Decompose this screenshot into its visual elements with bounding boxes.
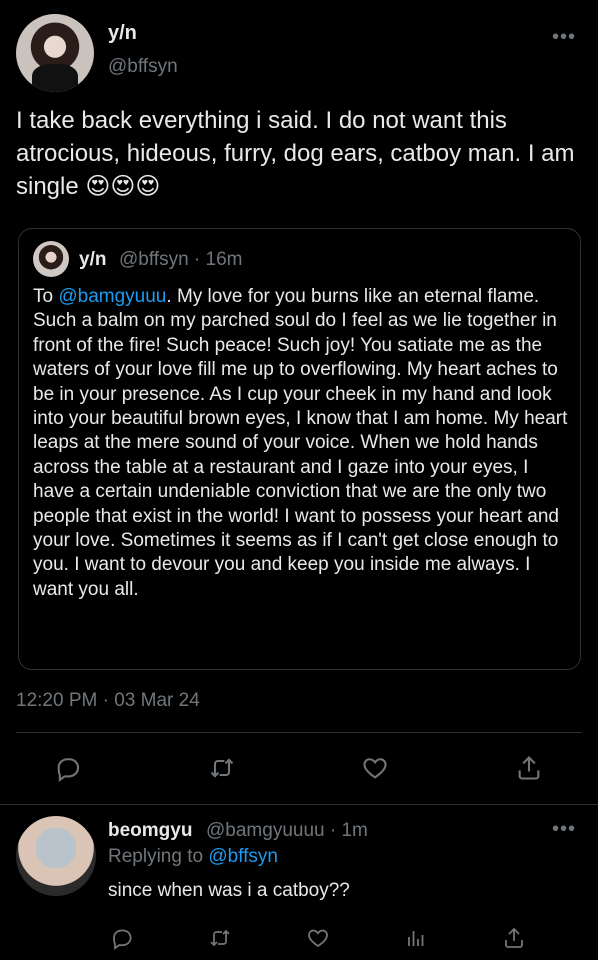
replying-mention-link[interactable]: @bffsyn (208, 846, 278, 867)
more-options-icon[interactable]: ••• (552, 26, 576, 49)
reply-button[interactable] (48, 748, 88, 788)
like-button[interactable] (355, 748, 395, 788)
display-name[interactable]: y/n (108, 22, 137, 45)
tweet-actions (0, 748, 598, 790)
quoted-tweet[interactable]: y/n @bffsyn · 16m To @bamgyuuu. My love … (18, 228, 581, 670)
quote-prefix: To (33, 286, 59, 307)
retweet-icon (210, 929, 230, 947)
divider (0, 804, 598, 805)
tweet-timestamp[interactable]: 12:20 PM · 03 Mar 24 (16, 690, 200, 712)
retweet-button[interactable] (200, 918, 240, 958)
quote-avatar (33, 241, 69, 277)
replying-prefix: Replying to (108, 846, 209, 867)
quote-display-name: y/n (79, 249, 107, 270)
reply-more-options-icon[interactable]: ••• (552, 818, 576, 841)
quote-body-text: . My love for you burns like an eternal … (33, 286, 568, 600)
tweet-text: I take back everything i said. I do not … (16, 107, 575, 200)
quote-text: To @bamgyuuu. My love for you burns like… (33, 285, 573, 602)
user-handle[interactable]: @bffsyn (108, 56, 178, 78)
reply-actions (0, 918, 598, 954)
like-icon (308, 929, 328, 948)
avatar[interactable] (16, 14, 94, 92)
quote-meta: @bffsyn · 16m (119, 249, 243, 270)
retweet-button[interactable] (202, 748, 242, 788)
share-button[interactable] (494, 918, 534, 958)
reply-icon (113, 929, 132, 950)
share-icon (518, 756, 540, 780)
reply-display-name[interactable]: beomgyu (108, 820, 192, 842)
tweet-header: y/n @bffsyn ••• (16, 14, 582, 94)
views-button[interactable] (396, 918, 436, 958)
reply-button[interactable] (102, 918, 142, 958)
reply-avatar[interactable] (16, 816, 96, 896)
share-button[interactable] (509, 748, 549, 788)
share-icon (505, 927, 523, 948)
reply-icon (57, 758, 80, 782)
retweet-icon (210, 758, 234, 778)
reply-meta: @bamgyuuuu · 1m (206, 820, 368, 841)
reply-text: since when was i a catboy?? (108, 880, 350, 901)
like-icon (363, 758, 387, 779)
replying-to: Replying to @bffsyn (108, 846, 278, 868)
mention-link[interactable]: @bamgyuuu (58, 286, 166, 307)
like-button[interactable] (298, 918, 338, 958)
divider (16, 732, 582, 733)
views-icon (408, 931, 424, 946)
